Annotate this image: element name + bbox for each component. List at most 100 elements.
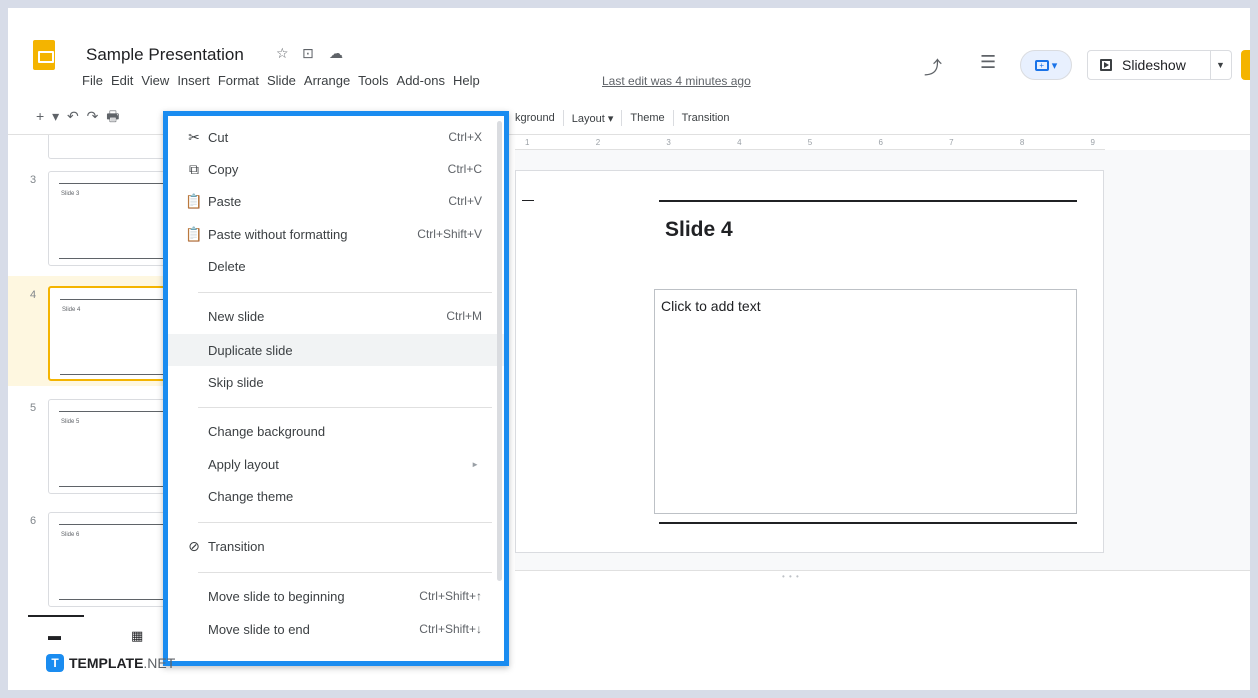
layout-button[interactable]: Layout ▾ [572,112,614,125]
slideshow-button[interactable]: Slideshow [1087,50,1211,80]
cloud-status-icon[interactable]: ☁ [329,45,343,62]
drag-handle-icon[interactable]: • • • [782,572,800,581]
menu-edit[interactable]: Edit [107,73,137,88]
thumbnail-rule [59,486,167,487]
menu-item-delete[interactable]: Delete [168,251,504,281]
star-icon[interactable]: ☆ [276,45,289,62]
app-window: Sample Presentation ☆ ⊡ ☁ File Edit View… [8,8,1250,690]
template-logo-icon: T [46,654,64,672]
document-title[interactable]: Sample Presentation [86,45,244,65]
transition-button[interactable]: Transition [682,112,730,124]
menu-separator [198,407,492,408]
ruler-tick: 8 [1019,138,1025,147]
thumbnail-rule [60,374,166,375]
menu-tools[interactable]: Tools [354,73,392,88]
menu-view[interactable]: View [137,73,173,88]
menu-item-copy[interactable]: ⧉ Copy Ctrl+C [168,154,504,184]
last-edit-link[interactable]: Last edit was 4 minutes ago [602,74,751,88]
ruler-tick: 3 [666,138,671,147]
ruler-tick: 4 [737,138,742,147]
slideshow-label: Slideshow [1122,57,1186,73]
paste-plain-icon: 📋 [185,225,203,242]
slide-top-rule [659,200,1077,202]
slide-thumbnail-2[interactable] [48,135,178,159]
watermark-suffix: .NET [143,655,176,671]
theme-button[interactable]: Theme [630,112,664,124]
slide-thumbnail-6[interactable]: Slide 6 [48,512,178,607]
thumbnail-rule [60,299,166,300]
ruler-tick: 2 [595,138,601,147]
toolbar-left-tools[interactable]: + ▾ ↶ ↷ 🖶 [36,106,121,130]
watermark-brand: TEMPLATE [69,655,144,671]
speaker-notes-divider[interactable] [515,570,1250,571]
context-menu: ✂ Cut Ctrl+X ⧉ Copy Ctrl+C 📋 Paste Ctrl+… [163,111,509,666]
background-button[interactable]: kground [515,112,555,124]
menu-separator [198,292,492,293]
present-to-meeting-button[interactable]: + ▾ [1020,50,1072,80]
menu-item-cut[interactable]: ✂ Cut Ctrl+X [168,122,504,152]
cut-icon: ✂ [188,128,200,145]
move-folder-icon[interactable]: ⊡ [302,45,314,62]
ruler[interactable]: 1 2 3 4 5 6 7 8 9 [515,138,1105,150]
submenu-arrow-icon: ► [471,459,479,469]
menu-item-duplicate-slide[interactable]: Duplicate slide [168,334,504,366]
menu-addons[interactable]: Add-ons [393,73,449,88]
slide-thumbnail-4[interactable]: Slide 4 [48,286,178,381]
slide-thumbnail-5[interactable]: Slide 5 [48,399,178,494]
thumbnail-rule [59,258,167,259]
present-screen-icon: + [1034,59,1049,71]
thumbnail-title: Slide 3 [61,191,80,197]
comments-icon[interactable]: ☰ [980,52,996,73]
slides-logo-icon[interactable] [33,40,55,70]
menu-item-transition[interactable]: ⊘ Transition [168,531,504,561]
menu-item-move-to-end[interactable]: Move slide to end Ctrl+Shift+↓ [168,614,504,644]
thumbnail-title: Slide 4 [62,307,81,313]
slideshow-dropdown-button[interactable]: ▼ [1210,50,1232,80]
slide-number: 3 [30,174,37,186]
menu-item-change-background[interactable]: Change background [168,416,504,446]
menu-item-apply-layout[interactable]: Apply layout ► [168,449,504,479]
menu-item-change-theme[interactable]: Change theme [168,481,504,511]
ruler-tick: 1 [525,138,530,147]
menu-item-move-to-beginning[interactable]: Move slide to beginning Ctrl+Shift+↑ [168,581,504,611]
slide-element-dash [522,200,534,201]
menu-arrange[interactable]: Arrange [300,73,354,88]
copy-icon: ⧉ [189,160,199,177]
view-toggles: ▬ ▦ [48,628,143,644]
menu-item-paste-without-formatting[interactable]: 📋 Paste without formatting Ctrl+Shift+V [168,219,504,249]
play-icon [1100,59,1112,71]
menu-insert[interactable]: Insert [173,73,214,88]
ruler-tick: 9 [1090,138,1095,147]
chevron-down-icon: ▾ [1051,59,1058,72]
slide-bottom-rule [659,522,1077,524]
slide-number: 5 [30,402,37,414]
menu-scrollbar[interactable] [497,121,502,581]
filmstrip-view-icon[interactable]: ▬ [48,628,61,644]
filmstrip-view-indicator [28,615,84,617]
thumbnail-title: Slide 5 [61,419,80,425]
menu-bar: File Edit View Insert Format Slide Arran… [78,73,484,88]
transition-icon: ⊘ [188,537,200,554]
template-net-watermark: T TEMPLATE .NET [46,654,175,672]
toolbar-divider [621,110,623,126]
menu-slide[interactable]: Slide [263,73,300,88]
menu-item-skip-slide[interactable]: Skip slide [168,367,504,397]
slide-body-textbox[interactable]: Click to add text [654,289,1077,514]
menu-item-paste[interactable]: 📋 Paste Ctrl+V [168,186,504,216]
toolbar-divider [562,110,564,126]
menu-item-new-slide[interactable]: New slide Ctrl+M [168,301,504,331]
slide-thumbnail-3[interactable]: Slide 3 [48,171,178,266]
menu-help[interactable]: Help [449,73,484,88]
ruler-tick: 7 [949,138,954,147]
menu-format[interactable]: Format [214,73,263,88]
menu-file[interactable]: File [78,73,107,88]
thumbnail-title: Slide 6 [61,532,80,538]
activity-trend-icon[interactable]: ⤴ [924,54,942,80]
slide-title[interactable]: Slide 4 [665,218,733,242]
menu-separator [198,522,492,523]
grid-view-icon[interactable]: ▦ [131,628,143,644]
toolbar-right-tools: kground Layout ▾ Theme Transition [515,110,730,126]
ruler-tick: 6 [878,138,883,147]
share-button[interactable] [1241,50,1250,80]
body-placeholder: Click to add text [661,298,761,314]
